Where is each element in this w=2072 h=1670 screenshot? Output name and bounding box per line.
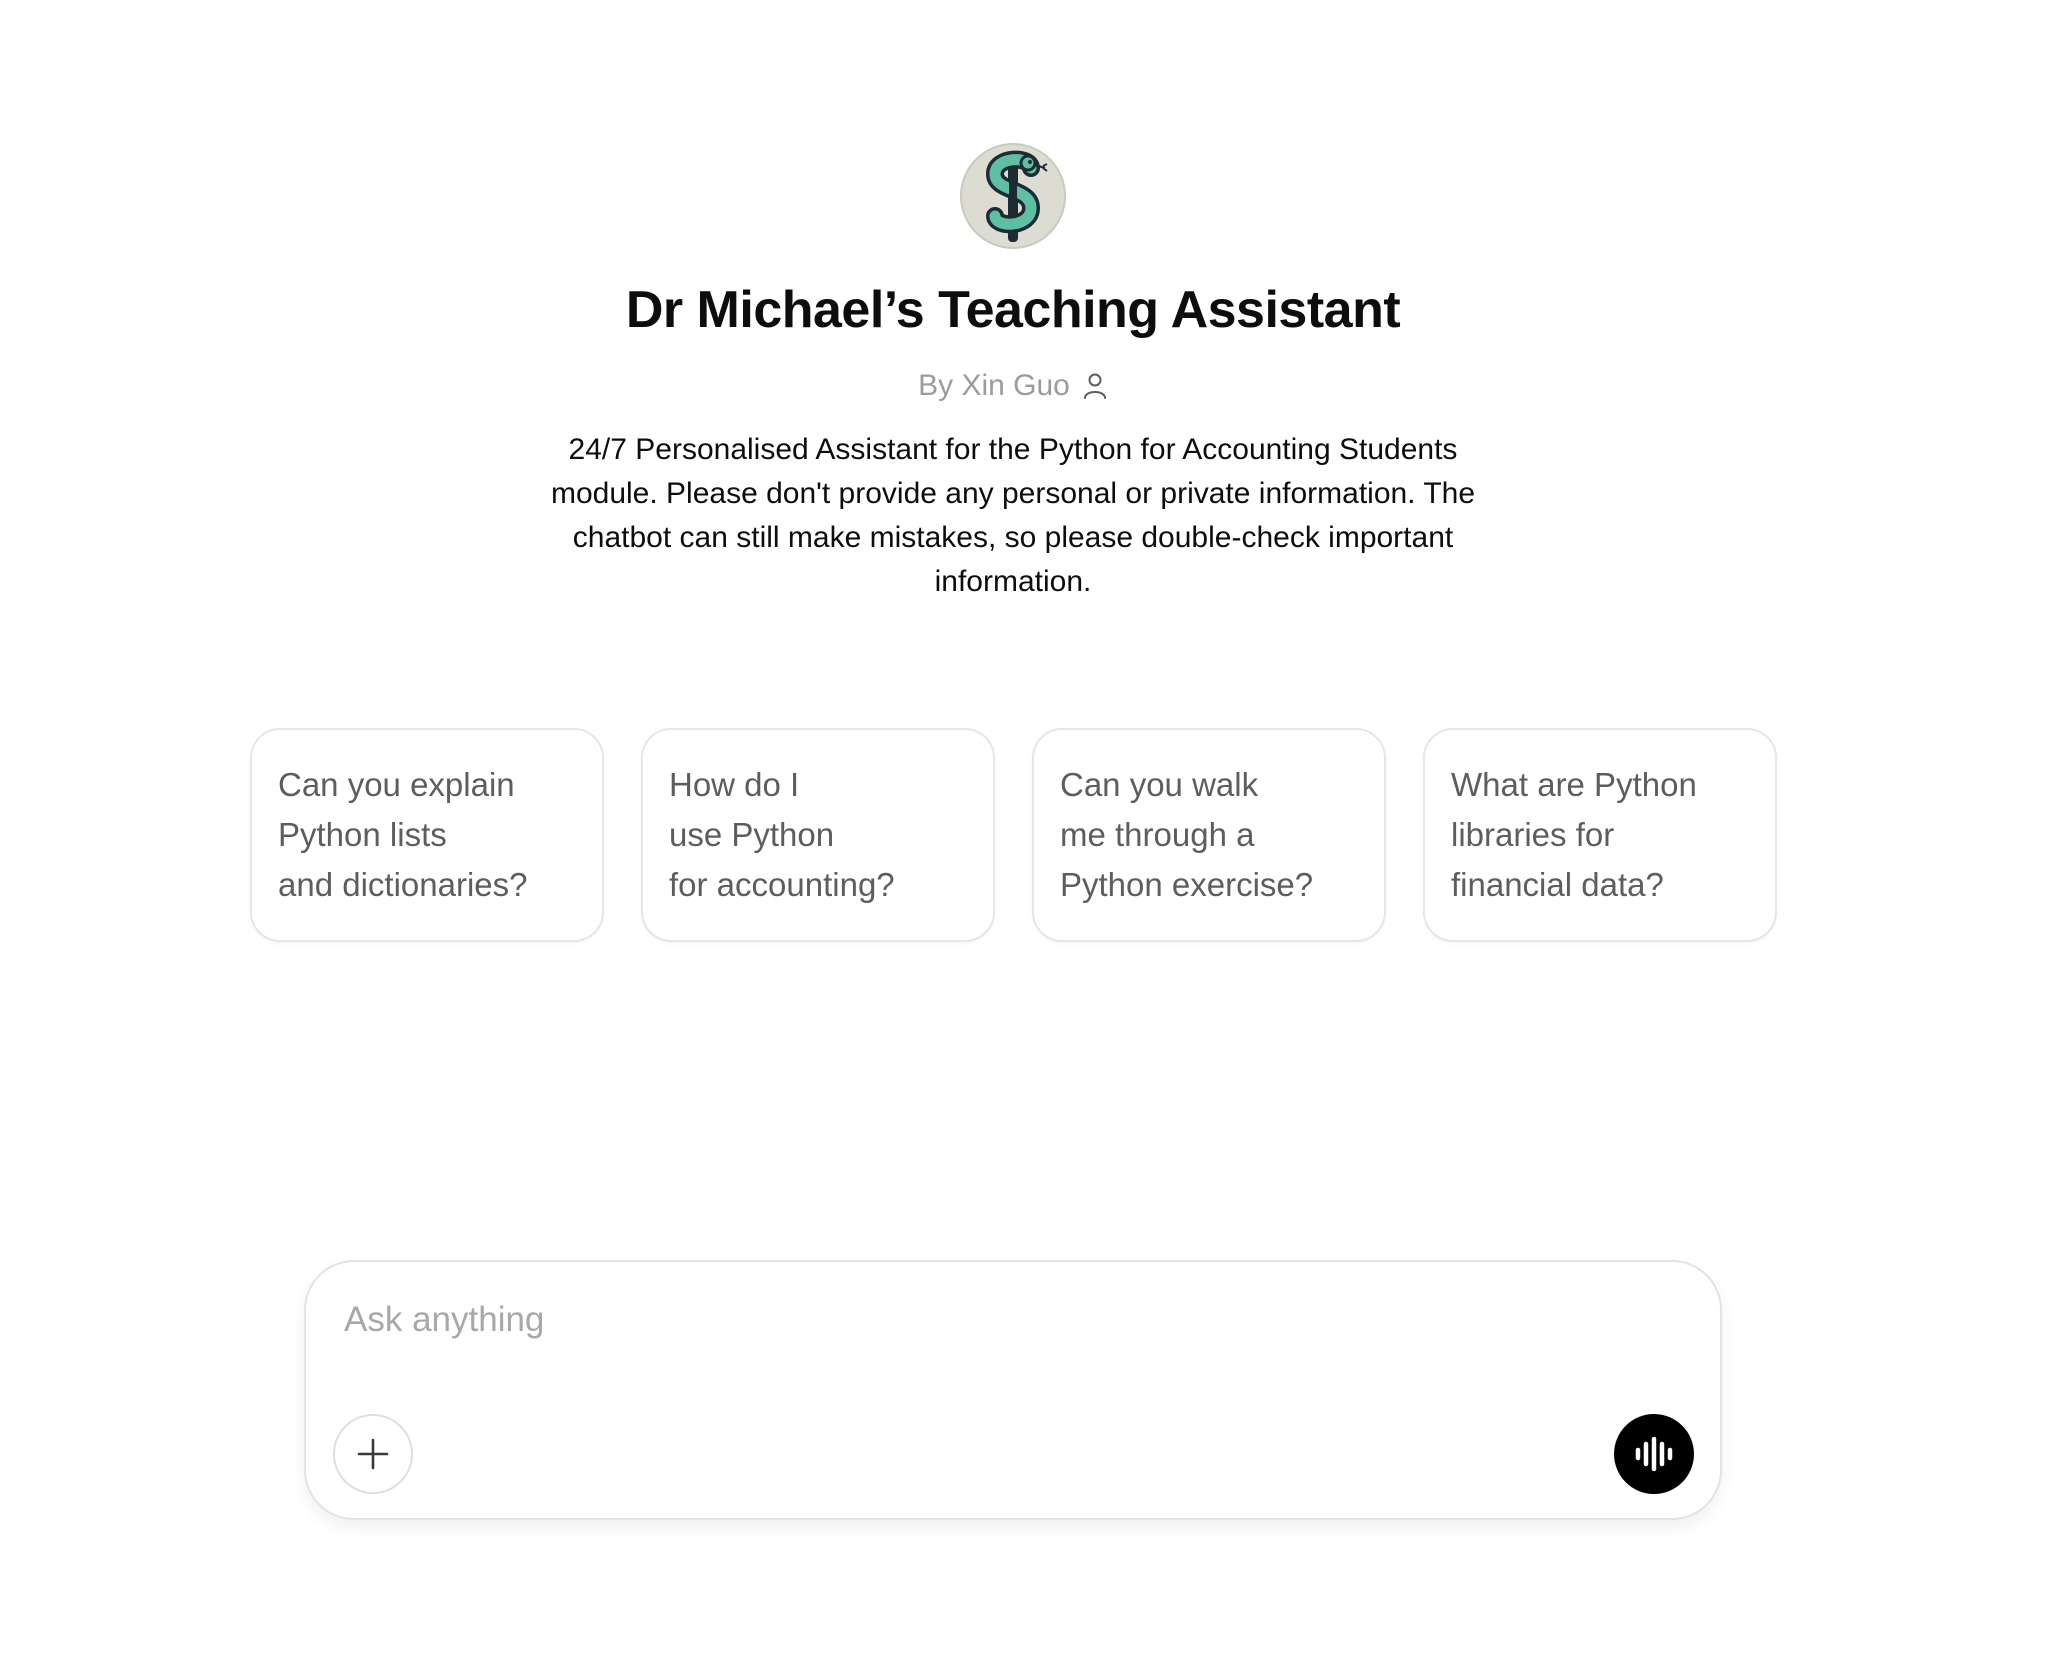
assistant-title: Dr Michael’s Teaching Assistant [625, 281, 1401, 339]
assistant-description: 24/7 Personalised Assistant for the Pyth… [550, 433, 1476, 598]
suggestion-line: What are Python [1451, 766, 1697, 803]
voice-waveform-icon [1635, 1437, 1673, 1471]
message-input[interactable] [342, 1286, 1646, 1354]
suggestion-line: use Python [669, 816, 835, 853]
suggestion-line: libraries for [1451, 816, 1615, 853]
suggestion-line: Python exercise? [1060, 866, 1314, 903]
suggestion-line: Can you walk [1060, 766, 1259, 803]
suggestion-cards: Can you explain Python lists and diction… [250, 728, 1777, 942]
suggestion-card-python-accounting[interactable]: How do I use Python for accounting? [641, 728, 995, 942]
suggestion-card-financial-libraries[interactable]: What are Python libraries for financial … [1423, 728, 1777, 942]
author-byline: By Xin Guo [0, 369, 2026, 403]
suggestion-line: Can you explain [278, 766, 515, 803]
suggestion-card-python-exercise[interactable]: Can you walk me through a Python exercis… [1032, 728, 1386, 942]
suggestion-card-python-lists[interactable]: Can you explain Python lists and diction… [250, 728, 604, 942]
author-name: By Xin Guo [918, 369, 1070, 402]
plus-icon [357, 1438, 389, 1470]
suggestion-line: How do I [669, 766, 800, 803]
suggestion-line: for accounting? [669, 866, 895, 903]
suggestion-line: me through a [1060, 816, 1255, 853]
message-composer [304, 1260, 1722, 1520]
attach-button[interactable] [333, 1414, 413, 1494]
voice-mode-button[interactable] [1614, 1414, 1694, 1494]
suggestion-line: financial data? [1451, 866, 1664, 903]
suggestion-line: Python lists [278, 816, 447, 853]
person-icon [1083, 373, 1106, 399]
python-dollar-snake-logo [960, 143, 1066, 249]
suggestion-line: and dictionaries? [278, 866, 528, 903]
snake-logo-icon [985, 150, 1048, 242]
